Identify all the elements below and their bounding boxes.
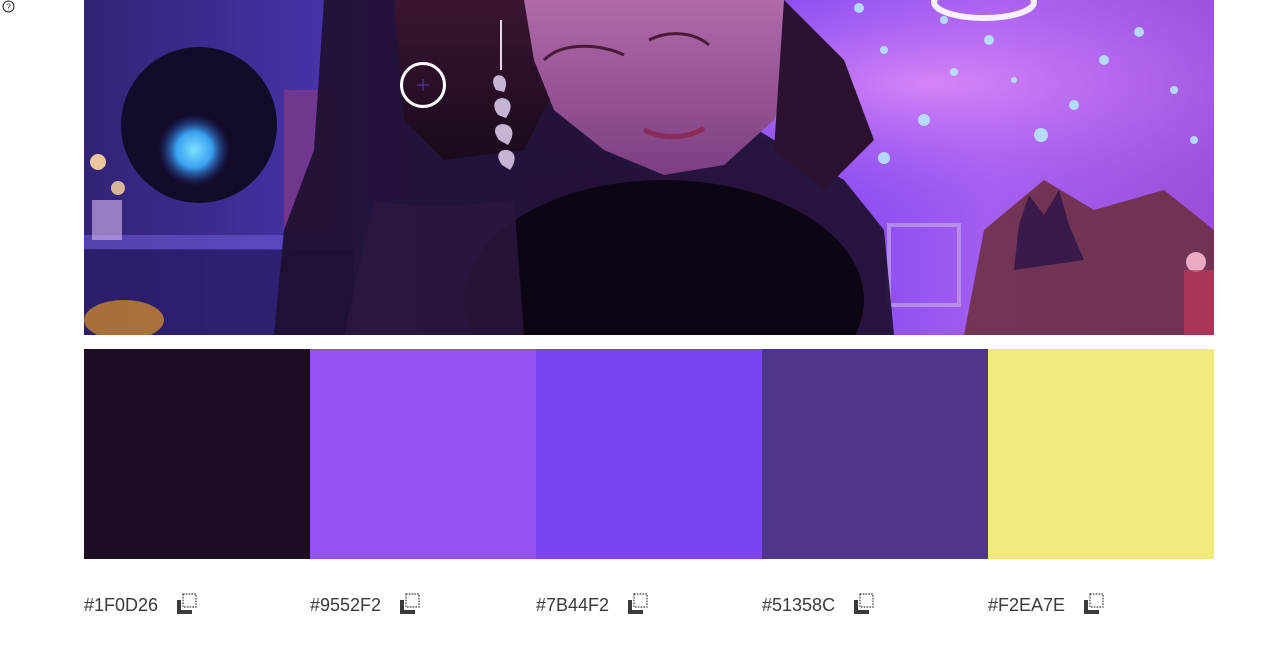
copy-icon[interactable] bbox=[174, 592, 200, 618]
swatch-4[interactable] bbox=[762, 349, 988, 559]
copy-icon[interactable] bbox=[1081, 592, 1107, 618]
color-picker-handle[interactable] bbox=[400, 62, 446, 108]
crosshair-icon bbox=[417, 79, 429, 91]
swatch-3[interactable] bbox=[536, 349, 762, 559]
hex-code-row: #1F0D26 #9552F2 #7B44F2 #51358C #F2EA7E bbox=[84, 588, 1214, 622]
hex-label: #1F0D26 bbox=[84, 594, 159, 615]
help-icon[interactable]: ? bbox=[2, 0, 15, 13]
hex-code-cell: #51358C bbox=[762, 588, 988, 622]
copy-icon[interactable] bbox=[851, 592, 877, 618]
copy-icon[interactable] bbox=[625, 592, 651, 618]
swatch-1[interactable] bbox=[84, 349, 310, 559]
hex-label: #7B44F2 bbox=[536, 594, 610, 615]
hex-label: #51358C bbox=[762, 594, 836, 615]
swatch-5[interactable] bbox=[988, 349, 1214, 559]
hex-label: #F2EA7E bbox=[988, 594, 1066, 615]
hex-code-cell: #7B44F2 bbox=[536, 588, 762, 622]
hex-code-cell: #F2EA7E bbox=[988, 588, 1214, 622]
hex-label: #9552F2 bbox=[310, 594, 382, 615]
hex-code-cell: #1F0D26 bbox=[84, 588, 310, 622]
copy-icon[interactable] bbox=[397, 592, 423, 618]
swatch-2[interactable] bbox=[310, 349, 536, 559]
color-palette bbox=[84, 349, 1214, 559]
svg-text:?: ? bbox=[6, 3, 11, 12]
photo-image[interactable] bbox=[84, 0, 1214, 335]
hex-code-cell: #9552F2 bbox=[310, 588, 536, 622]
